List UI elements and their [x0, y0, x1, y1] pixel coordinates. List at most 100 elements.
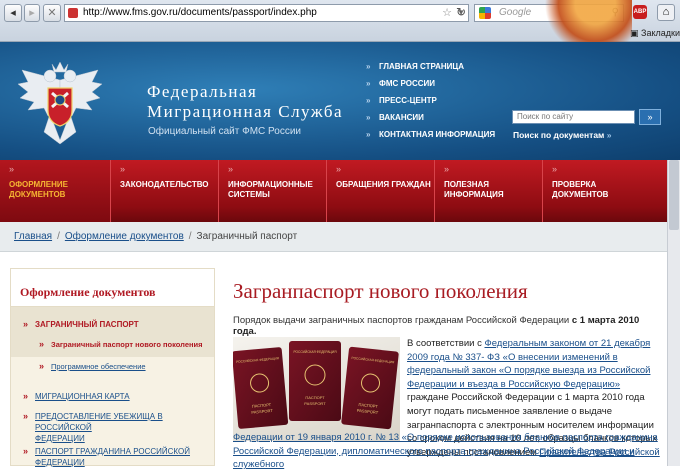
chevron-right-icon: » [120, 164, 126, 174]
sidebar-item-label: ФЕДЕРАЦИИ [35, 434, 85, 443]
sidebar-item-foreign-passport[interactable]: » ЗАГРАНИЧНЫЙ ПАСПОРТ [23, 319, 139, 330]
chevron-right-icon: » [366, 79, 371, 88]
government-decree-link-continued[interactable]: Федерации от 19 января 2010 г. № 13 «О п… [233, 432, 658, 470]
chevron-right-icon: » [23, 391, 29, 401]
org-name-line2[interactable]: Миграционная Служба [147, 102, 343, 122]
chevron-right-icon: » [336, 164, 342, 174]
site-search-input[interactable]: Поиск по сайту [512, 110, 635, 124]
breadcrumb-separator: / [57, 231, 60, 242]
menu-item-legislation[interactable]: » Законодательство [110, 160, 218, 222]
menu-item-info-systems[interactable]: » Информационные системы [218, 160, 326, 222]
sidebar-subitem-software[interactable]: » Программное обеспечение [39, 361, 146, 372]
stop-icon[interactable]: ✕ [43, 4, 61, 22]
topnav-label: ФМС РОССИИ [379, 79, 435, 88]
menu-label-line1: Проверка [552, 180, 597, 189]
topnav-label: ВАКАНСИИ [379, 113, 424, 122]
forward-button[interactable]: ▸ [24, 4, 40, 22]
chevron-right-icon: » [23, 446, 29, 456]
chevron-right-icon: » [366, 96, 371, 105]
browser-toolbar: ◂ ▸ ✕ http://www.fms.gov.ru/documents/pa… [0, 0, 680, 42]
top-navigation: » ГЛАВНАЯ СТРАНИЦА » ФМС РОССИИ » ПРЕСС-ЦЕН… [366, 58, 495, 143]
sidebar-subitem-new-passport[interactable]: » Заграничный паспорт нового поколения [39, 339, 203, 350]
menu-label-line2: документов [9, 190, 66, 199]
bookmarks-menu[interactable]: ▣ Закладки [630, 28, 680, 39]
chevron-right-icon: » [39, 339, 45, 349]
breadcrumb-current: Заграничный паспорт [196, 231, 298, 242]
site-search-button[interactable]: » [639, 109, 661, 125]
document-search-link[interactable]: Поиск по документам » [513, 130, 611, 140]
search-placeholder: Google [499, 7, 532, 18]
passports-photo: РОССИЙСКАЯ ФЕДЕРАЦИЯ ПАСПОРТ PASSPORT РО… [233, 337, 400, 441]
topnav-home-link[interactable]: » ГЛАВНАЯ СТРАНИЦА [366, 58, 495, 75]
chevron-right-icon: » [366, 62, 371, 71]
home-button[interactable]: ⌂ [657, 4, 675, 21]
topnav-fms-link[interactable]: » ФМС РОССИИ [366, 75, 495, 92]
menu-label-line1: Обращения граждан [336, 180, 431, 189]
chevron-right-icon: » [23, 319, 29, 329]
topnav-vacancies-link[interactable]: » ВАКАНСИИ [366, 109, 495, 126]
menu-item-useful-info[interactable]: » Полезная информация [434, 160, 542, 222]
chevron-right-icon: » [9, 164, 15, 174]
sidebar-item-label: ПАСПОРТ ГРАЖДАНИНА РОССИЙСКОЙ [35, 447, 190, 456]
topnav-label: ГЛАВНАЯ СТРАНИЦА [379, 62, 465, 71]
reload-icon[interactable]: ↻ [455, 5, 467, 20]
site-header: Федеральная Миграционная Служба Официаль… [0, 42, 680, 160]
passport-2: РОССИЙСКАЯ ФЕДЕРАЦИЯ ПАСПОРТ PASSPORT [289, 341, 341, 421]
sidebar-item-label: МИГРАЦИОННАЯ КАРТА [35, 392, 130, 401]
chevron-right-icon: » [23, 411, 29, 421]
passport-3: РОССИЙСКАЯ ФЕДЕРАЦИЯ ПАСПОРТ PASSPORT [341, 346, 399, 430]
adblock-icon[interactable]: ABP [633, 5, 647, 19]
document-search-label: Поиск по документам [513, 130, 605, 140]
sidebar-item-migration-card[interactable]: » МИГРАЦИОННАЯ КАРТА [23, 391, 130, 402]
menu-label-line1: Информационные [228, 180, 313, 189]
scrollbar-thumb[interactable] [669, 160, 679, 230]
page-title: Загранпаспорт нового поколения [233, 279, 528, 303]
org-name-line1[interactable]: Федеральная [147, 82, 257, 102]
firefox-logo-icon [540, 0, 632, 42]
chevron-right-icon: » [366, 113, 371, 122]
passport-1: РОССИЙСКАЯ ФЕДЕРАЦИЯ ПАСПОРТ PASSPORT [233, 347, 289, 429]
bookmark-star-icon[interactable]: ☆ [442, 5, 452, 21]
menu-label-line2: системы [228, 190, 270, 199]
menu-label-line2: документов [552, 190, 609, 199]
bookmarks-label: Закладки [641, 28, 680, 38]
topnav-contacts-link[interactable]: » КОНТАКТНАЯ ИНФОРМАЦИЯ [366, 126, 495, 143]
passport-label-text: PASSPORT [304, 401, 326, 406]
site-subtitle: Официальный сайт ФМС России [148, 126, 301, 137]
chevron-right-icon: » [366, 130, 371, 139]
chevron-right-icon: » [228, 164, 234, 174]
menu-item-documents[interactable]: » Оформление документов [0, 160, 110, 222]
chevron-right-icon: » [606, 130, 612, 140]
sidebar-item-citizen-passport[interactable]: » ПАСПОРТ ГРАЖДАНИНА РОССИЙСКОЙ ФЕДЕРАЦИИ [23, 446, 213, 468]
url-text: http://www.fms.gov.ru/documents/passport… [83, 7, 317, 18]
sidebar-title: Оформление документов [11, 269, 214, 307]
sidebar-item-asylum[interactable]: » ПРЕДОСТАВЛЕНИЕ УБЕЖИЩА В РОССИЙСКОЙ ФЕДЕ… [23, 411, 213, 444]
topnav-label: КОНТАКТНАЯ ИНФОРМАЦИЯ [379, 130, 496, 139]
sidebar-subitem-label: Заграничный паспорт нового поколения [51, 340, 203, 349]
breadcrumb-home-link[interactable]: Главная [14, 231, 52, 242]
coat-of-arms-icon[interactable] [14, 60, 106, 146]
breadcrumb: Главная / Оформление документов / Заграничны… [0, 222, 680, 252]
back-button[interactable]: ◂ [4, 4, 22, 22]
menu-label-line1: Законодательство [120, 180, 209, 189]
menu-label-line1: Оформление [9, 180, 68, 189]
address-bar[interactable]: http://www.fms.gov.ru/documents/passport… [64, 4, 469, 22]
lead-paragraph: Порядок выдачи заграничных паспортов гра… [233, 315, 653, 337]
menu-label-line2: информация [444, 190, 504, 199]
sidebar-item-label: ФЕДЕРАЦИИ [35, 458, 85, 467]
page-scrollbar[interactable] [667, 160, 680, 466]
menu-item-appeals[interactable]: » Обращения граждан [326, 160, 434, 222]
google-icon: G [479, 7, 491, 19]
menu-label-line1: Полезная [444, 180, 490, 189]
topnav-label: ПРЕСС-ЦЕНТР [379, 96, 437, 105]
main-menu: » Оформление документов » Законодательст… [0, 160, 680, 222]
passport-country-text: РОССИЙСКАЯ ФЕДЕРАЦИЯ [293, 350, 337, 354]
chevron-right-icon: » [39, 361, 45, 371]
site-favicon-icon [68, 8, 78, 18]
breadcrumb-section-link[interactable]: Оформление документов [65, 231, 184, 242]
lead-text: Порядок выдачи заграничных паспортов гра… [233, 315, 570, 326]
breadcrumb-separator: / [188, 231, 192, 242]
menu-item-document-check[interactable]: » Проверка документов [542, 160, 650, 222]
article-intro: В соответствии с [407, 338, 482, 349]
topnav-press-link[interactable]: » ПРЕСС-ЦЕНТР [366, 92, 495, 109]
